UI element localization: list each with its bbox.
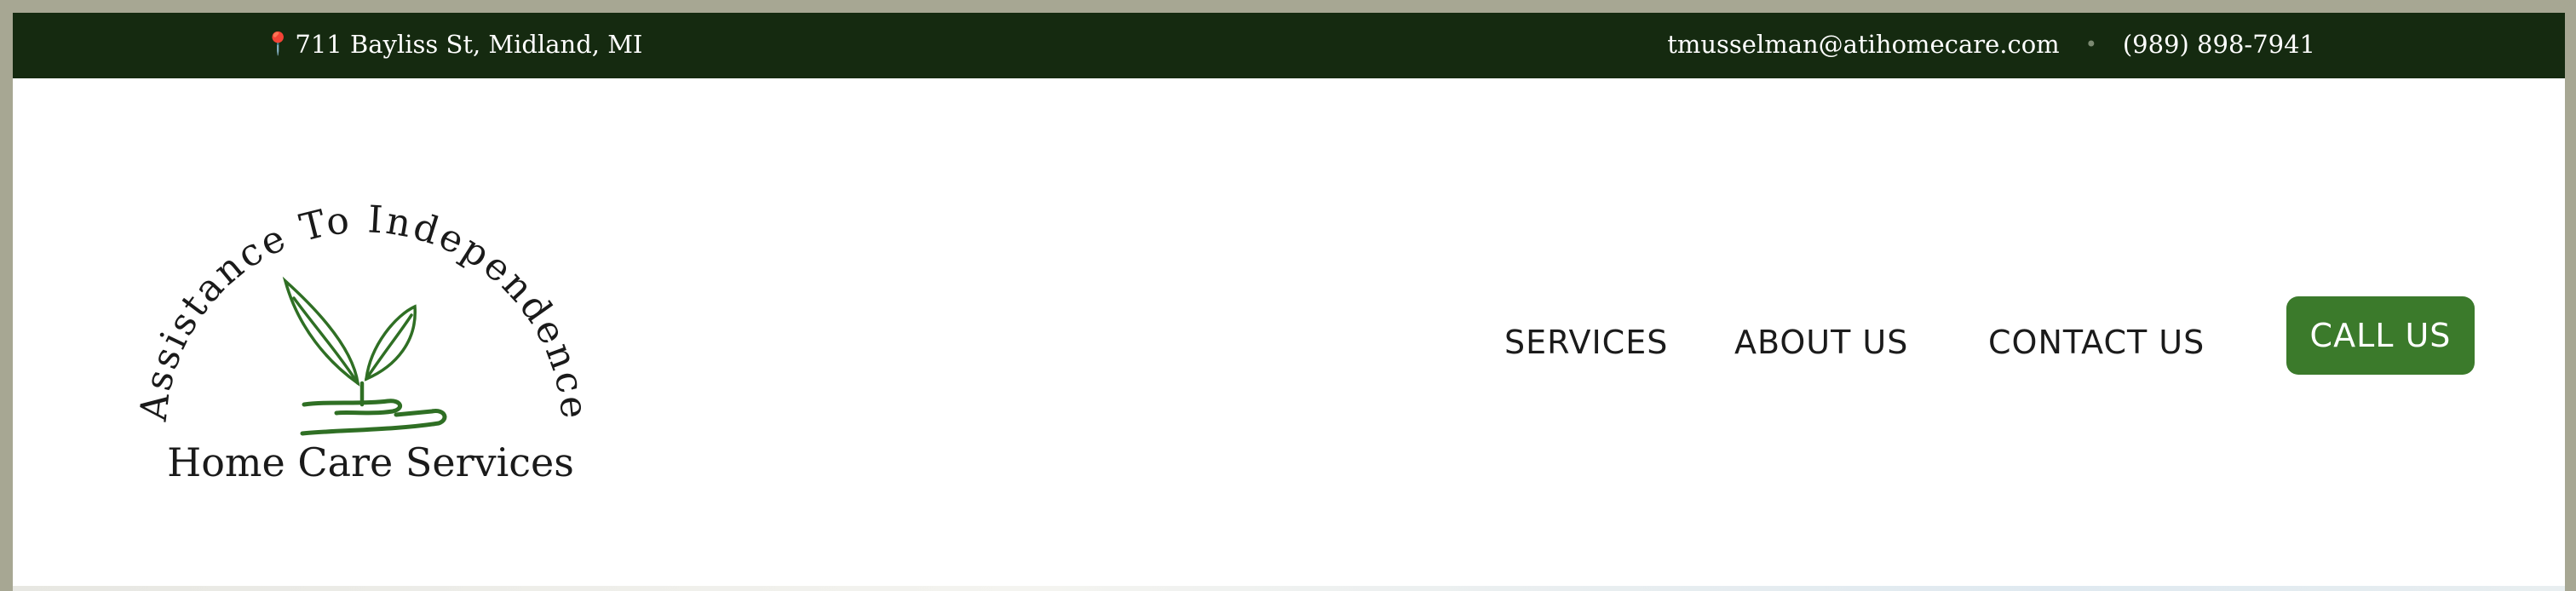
main-navigation: SERVICES ABOUT US CONTACT US CALL US (13, 296, 2565, 382)
separator-dot: • (2084, 32, 2097, 56)
call-us-button[interactable]: CALL US (2286, 296, 2475, 375)
address-text: 711 Bayliss St, Midland, MI (295, 30, 643, 59)
top-info-bar: 📍 711 Bayliss St, Midland, MI tmusselman… (13, 13, 2565, 78)
hero-image-edge (13, 586, 2565, 591)
nav-item-services[interactable]: SERVICES (1504, 324, 1668, 361)
browser-page: 📍 711 Bayliss St, Midland, MI tmusselman… (13, 13, 2565, 591)
address: 📍 711 Bayliss St, Midland, MI (264, 30, 642, 59)
email-link[interactable]: tmusselman@atihomecare.com (1667, 30, 2060, 59)
logo-subtitle: Home Care Services (167, 439, 574, 485)
nav-item-contact-us[interactable]: CONTACT US (1988, 324, 2205, 361)
map-pin-icon: 📍 (264, 32, 292, 57)
phone-link[interactable]: (989) 898-7941 (2123, 30, 2315, 59)
contact-info: tmusselman@atihomecare.com • (989) 898-7… (1667, 30, 2315, 59)
nav-item-about-us[interactable]: ABOUT US (1734, 324, 1908, 361)
